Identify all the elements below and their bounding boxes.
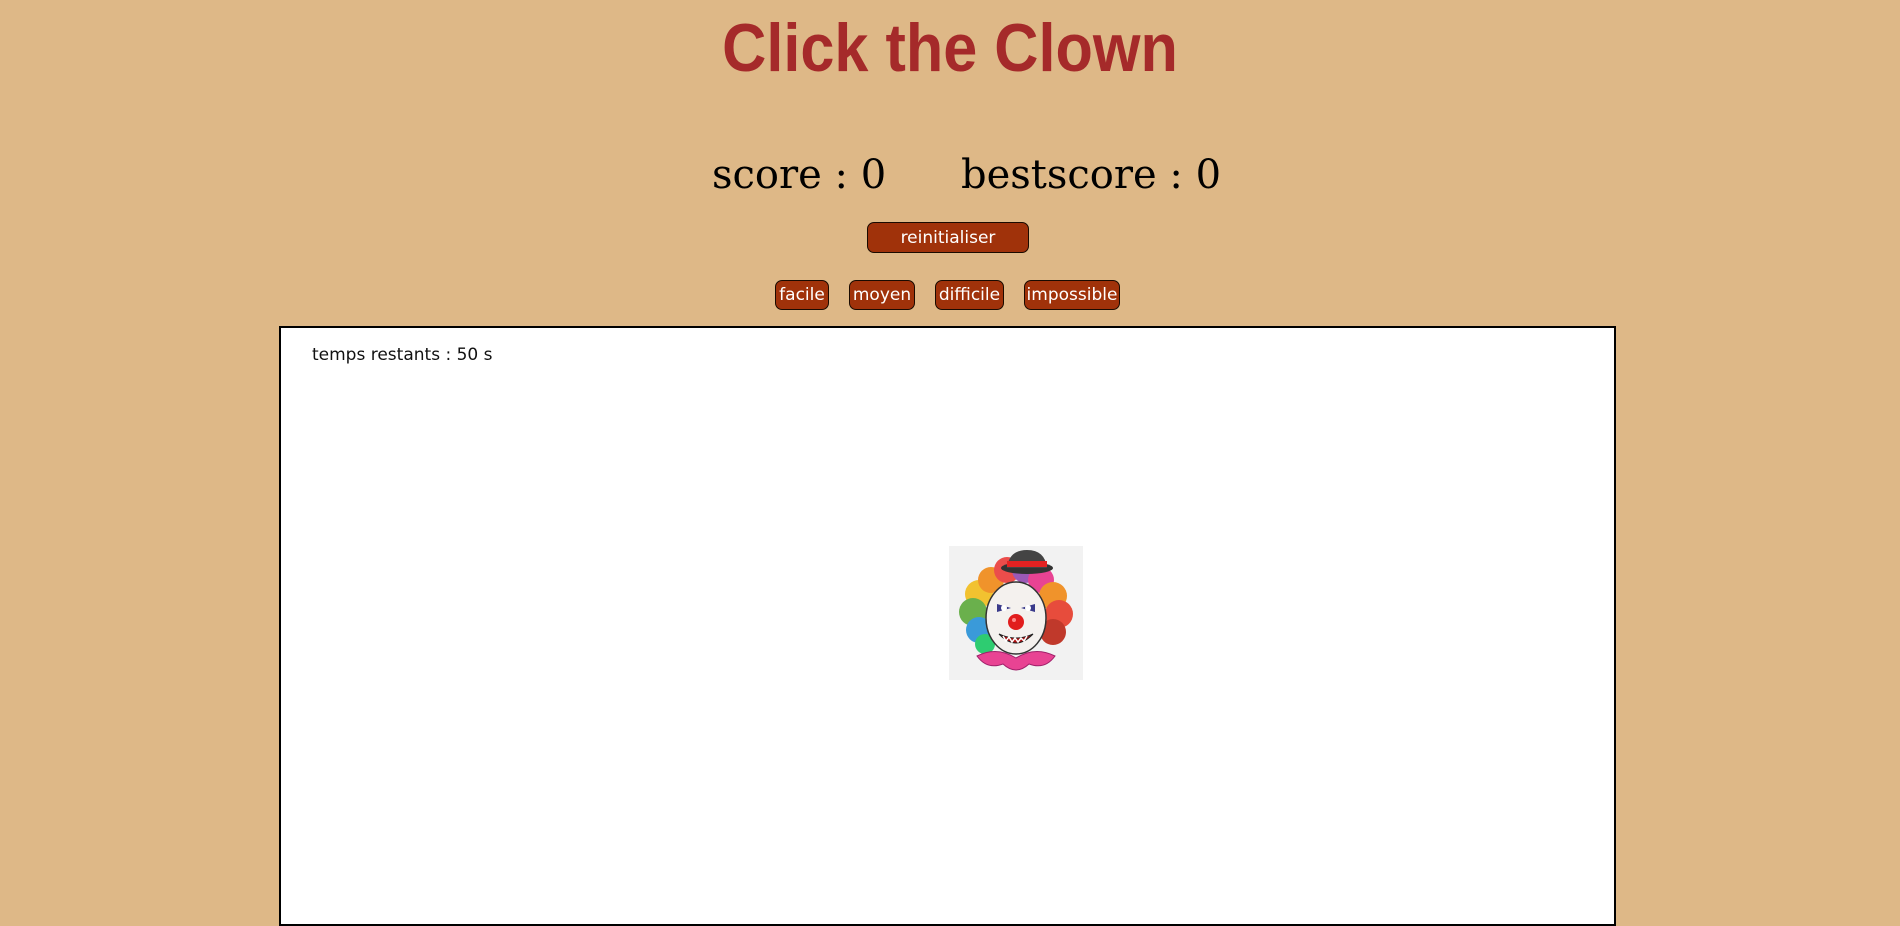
level-easy-button[interactable]: facile xyxy=(775,280,829,310)
game-title: Click the Clown xyxy=(722,10,1178,86)
level-medium-button[interactable]: moyen xyxy=(849,280,915,310)
level-impossible-button[interactable]: impossible xyxy=(1024,280,1120,310)
level-hard-button[interactable]: difficile xyxy=(935,280,1004,310)
time-remaining: temps restants : 50 s xyxy=(312,345,493,365)
clown-icon[interactable] xyxy=(949,546,1083,680)
score-display: score : 0 xyxy=(712,152,887,198)
scoreboard: score : 0 bestscore : 0 xyxy=(0,152,1900,208)
bestscore-display: bestscore : 0 xyxy=(961,152,1222,198)
reset-button[interactable]: reinitialiser xyxy=(867,222,1029,253)
game-board: temps restants : 50 s xyxy=(279,326,1616,926)
